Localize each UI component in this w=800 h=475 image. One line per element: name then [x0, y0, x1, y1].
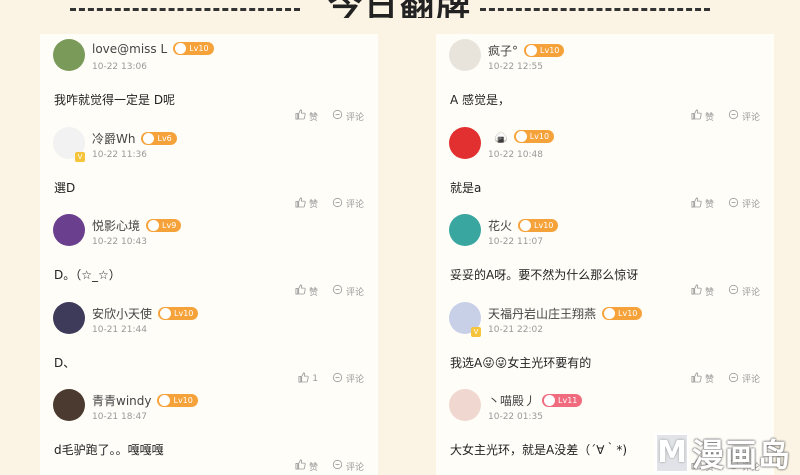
username-text[interactable]: 安欣小天使: [92, 307, 152, 321]
watermark-logo: M 漫画岛: [655, 430, 800, 475]
comment-column-left: love@miss L Lv10 10-22 13:06 我咋就觉得一定是 D呢赞 评论…: [40, 34, 378, 475]
comment-text: A 感觉是，: [450, 93, 511, 107]
vip-badge-icon: V: [75, 151, 85, 162]
comment-text: 選D: [54, 180, 76, 195]
comment-text: 就是a: [450, 180, 482, 195]
username[interactable]: 丶喵殿丿 Lv11: [488, 392, 583, 409]
comment-item: 青青windy Lv10 10-21 18:47 d毛驴跑了。。嘎嘎嘎赞 评论: [40, 384, 378, 473]
level-badge: Lv10: [173, 42, 214, 55]
comment-text: 我选A😜😜女主光环要有的: [450, 355, 592, 370]
avatar[interactable]: [53, 39, 85, 71]
username[interactable]: love@miss L Lv10: [92, 42, 214, 56]
username-text[interactable]: 悦影心境: [92, 219, 140, 233]
username[interactable]: 安欣小天使 Lv10: [92, 305, 199, 322]
username[interactable]: 天福丹岩山庄王翔燕 Lv10: [488, 305, 643, 322]
avatar[interactable]: [53, 389, 85, 421]
avatar[interactable]: [449, 39, 481, 71]
username[interactable]: 花火 Lv10: [488, 217, 559, 234]
comment-item: love@miss L Lv10 10-22 13:06 我咋就觉得一定是 D呢赞评论: [40, 34, 378, 123]
comment-item: 🍙 Lv10 10-22 10:48 就是a 赞评论: [436, 122, 774, 210]
comment-text: D。（☆_☆）: [54, 268, 121, 282]
level-badge: Lv10: [513, 129, 555, 143]
comment-item: 安欣小天使 Lv10 10-21 21:44 D、 1 评论: [40, 297, 378, 385]
comment-item: V 冷爵Wh Lv6 10-22 11:36 選D 赞评论: [40, 122, 378, 210]
comment-actions: 赞 评论: [285, 459, 364, 473]
username[interactable]: 冷爵Wh Lv6: [92, 130, 177, 147]
comment-time: 10-22 11:07: [488, 237, 543, 247]
comment-label: 评论: [345, 462, 364, 473]
comment-text: D、: [54, 355, 76, 370]
username-text[interactable]: 青青windy: [92, 394, 151, 408]
level-badge: Lv6: [141, 131, 177, 145]
comment-time: 10-22 10:48: [488, 149, 543, 160]
level-badge: Lv10: [157, 394, 198, 407]
username[interactable]: 疯子° Lv10: [488, 42, 565, 59]
thumbs-up-icon: [295, 459, 306, 473]
comment-button[interactable]: 评论: [332, 459, 364, 473]
comment-column-right: 疯子° Lv10 10-22 12:55 A 感觉是，赞评论 🍙 Lv10 10-22 10…: [436, 34, 774, 475]
avatar[interactable]: [449, 389, 481, 421]
like-button[interactable]: 赞: [295, 459, 318, 473]
username-text[interactable]: love@miss L: [92, 42, 167, 56]
title-divider-right: [480, 8, 710, 11]
name-decoration: 🍙: [494, 130, 508, 144]
level-badge: Lv10: [158, 306, 199, 320]
level-badge: Lv10: [602, 306, 643, 320]
username-text[interactable]: 冷爵Wh: [92, 132, 135, 146]
title-divider-left: [70, 8, 300, 11]
comment-time: 10-21 18:47: [92, 412, 147, 422]
comment-text: d毛驴跑了。。嘎嘎嘎: [54, 443, 164, 457]
username[interactable]: 🍙 Lv10: [488, 129, 555, 144]
comment-time: 10-22 13:06: [92, 62, 147, 72]
avatar[interactable]: [53, 301, 85, 334]
comment-time: 10-22 12:55: [488, 62, 543, 72]
username-text[interactable]: 疯子°: [488, 44, 518, 58]
comment-time: 10-21 21:44: [92, 324, 147, 335]
username-text[interactable]: 丶喵殿丿: [488, 394, 536, 408]
level-badge: Lv9: [146, 219, 182, 232]
vip-badge-icon: V: [471, 326, 481, 337]
comment-text: 大女主光环，就是A没差（´∀｀*): [450, 443, 628, 457]
username-text[interactable]: 天福丹岩山庄王翔燕: [488, 307, 596, 321]
comment-text: 我咋就觉得一定是 D呢: [54, 93, 176, 107]
avatar[interactable]: [449, 214, 481, 246]
comment-time: 10-22 01:35: [488, 412, 543, 422]
comment-item: 疯子° Lv10 10-22 12:55 A 感觉是，赞评论: [436, 34, 774, 123]
like-label: 赞: [308, 462, 318, 473]
logo-mark: M: [655, 432, 689, 473]
like-label: 1: [312, 373, 318, 384]
comment-item: 悦影心境 Lv9 10-22 10:43 D。（☆_☆）赞评论: [40, 209, 378, 298]
logo-text: 漫画岛: [692, 435, 792, 474]
username[interactable]: 青青windy Lv10: [92, 392, 198, 409]
comment-item: 花火 Lv10 10-22 11:07 妥妥的A呀。要不然为什么那么惊讶赞评论: [436, 209, 774, 298]
comment-icon: [332, 459, 343, 473]
comment-time: 10-22 10:43: [92, 237, 147, 247]
comment-text: 妥妥的A呀。要不然为什么那么惊讶: [450, 268, 639, 282]
level-badge: Lv10: [524, 44, 565, 57]
comment-time: 10-21 22:02: [488, 324, 543, 335]
username[interactable]: 悦影心境 Lv9: [92, 217, 182, 234]
username-text[interactable]: 花火: [488, 219, 512, 233]
comment-time: 10-22 11:36: [92, 149, 147, 160]
level-badge: Lv11: [542, 394, 583, 407]
level-badge: Lv10: [518, 219, 559, 232]
comment-item: V 天福丹岩山庄王翔燕 Lv10 10-21 22:02 我选A😜😜女主光环要有的赞评论: [436, 297, 774, 385]
avatar[interactable]: [449, 126, 481, 159]
avatar[interactable]: [53, 214, 85, 246]
